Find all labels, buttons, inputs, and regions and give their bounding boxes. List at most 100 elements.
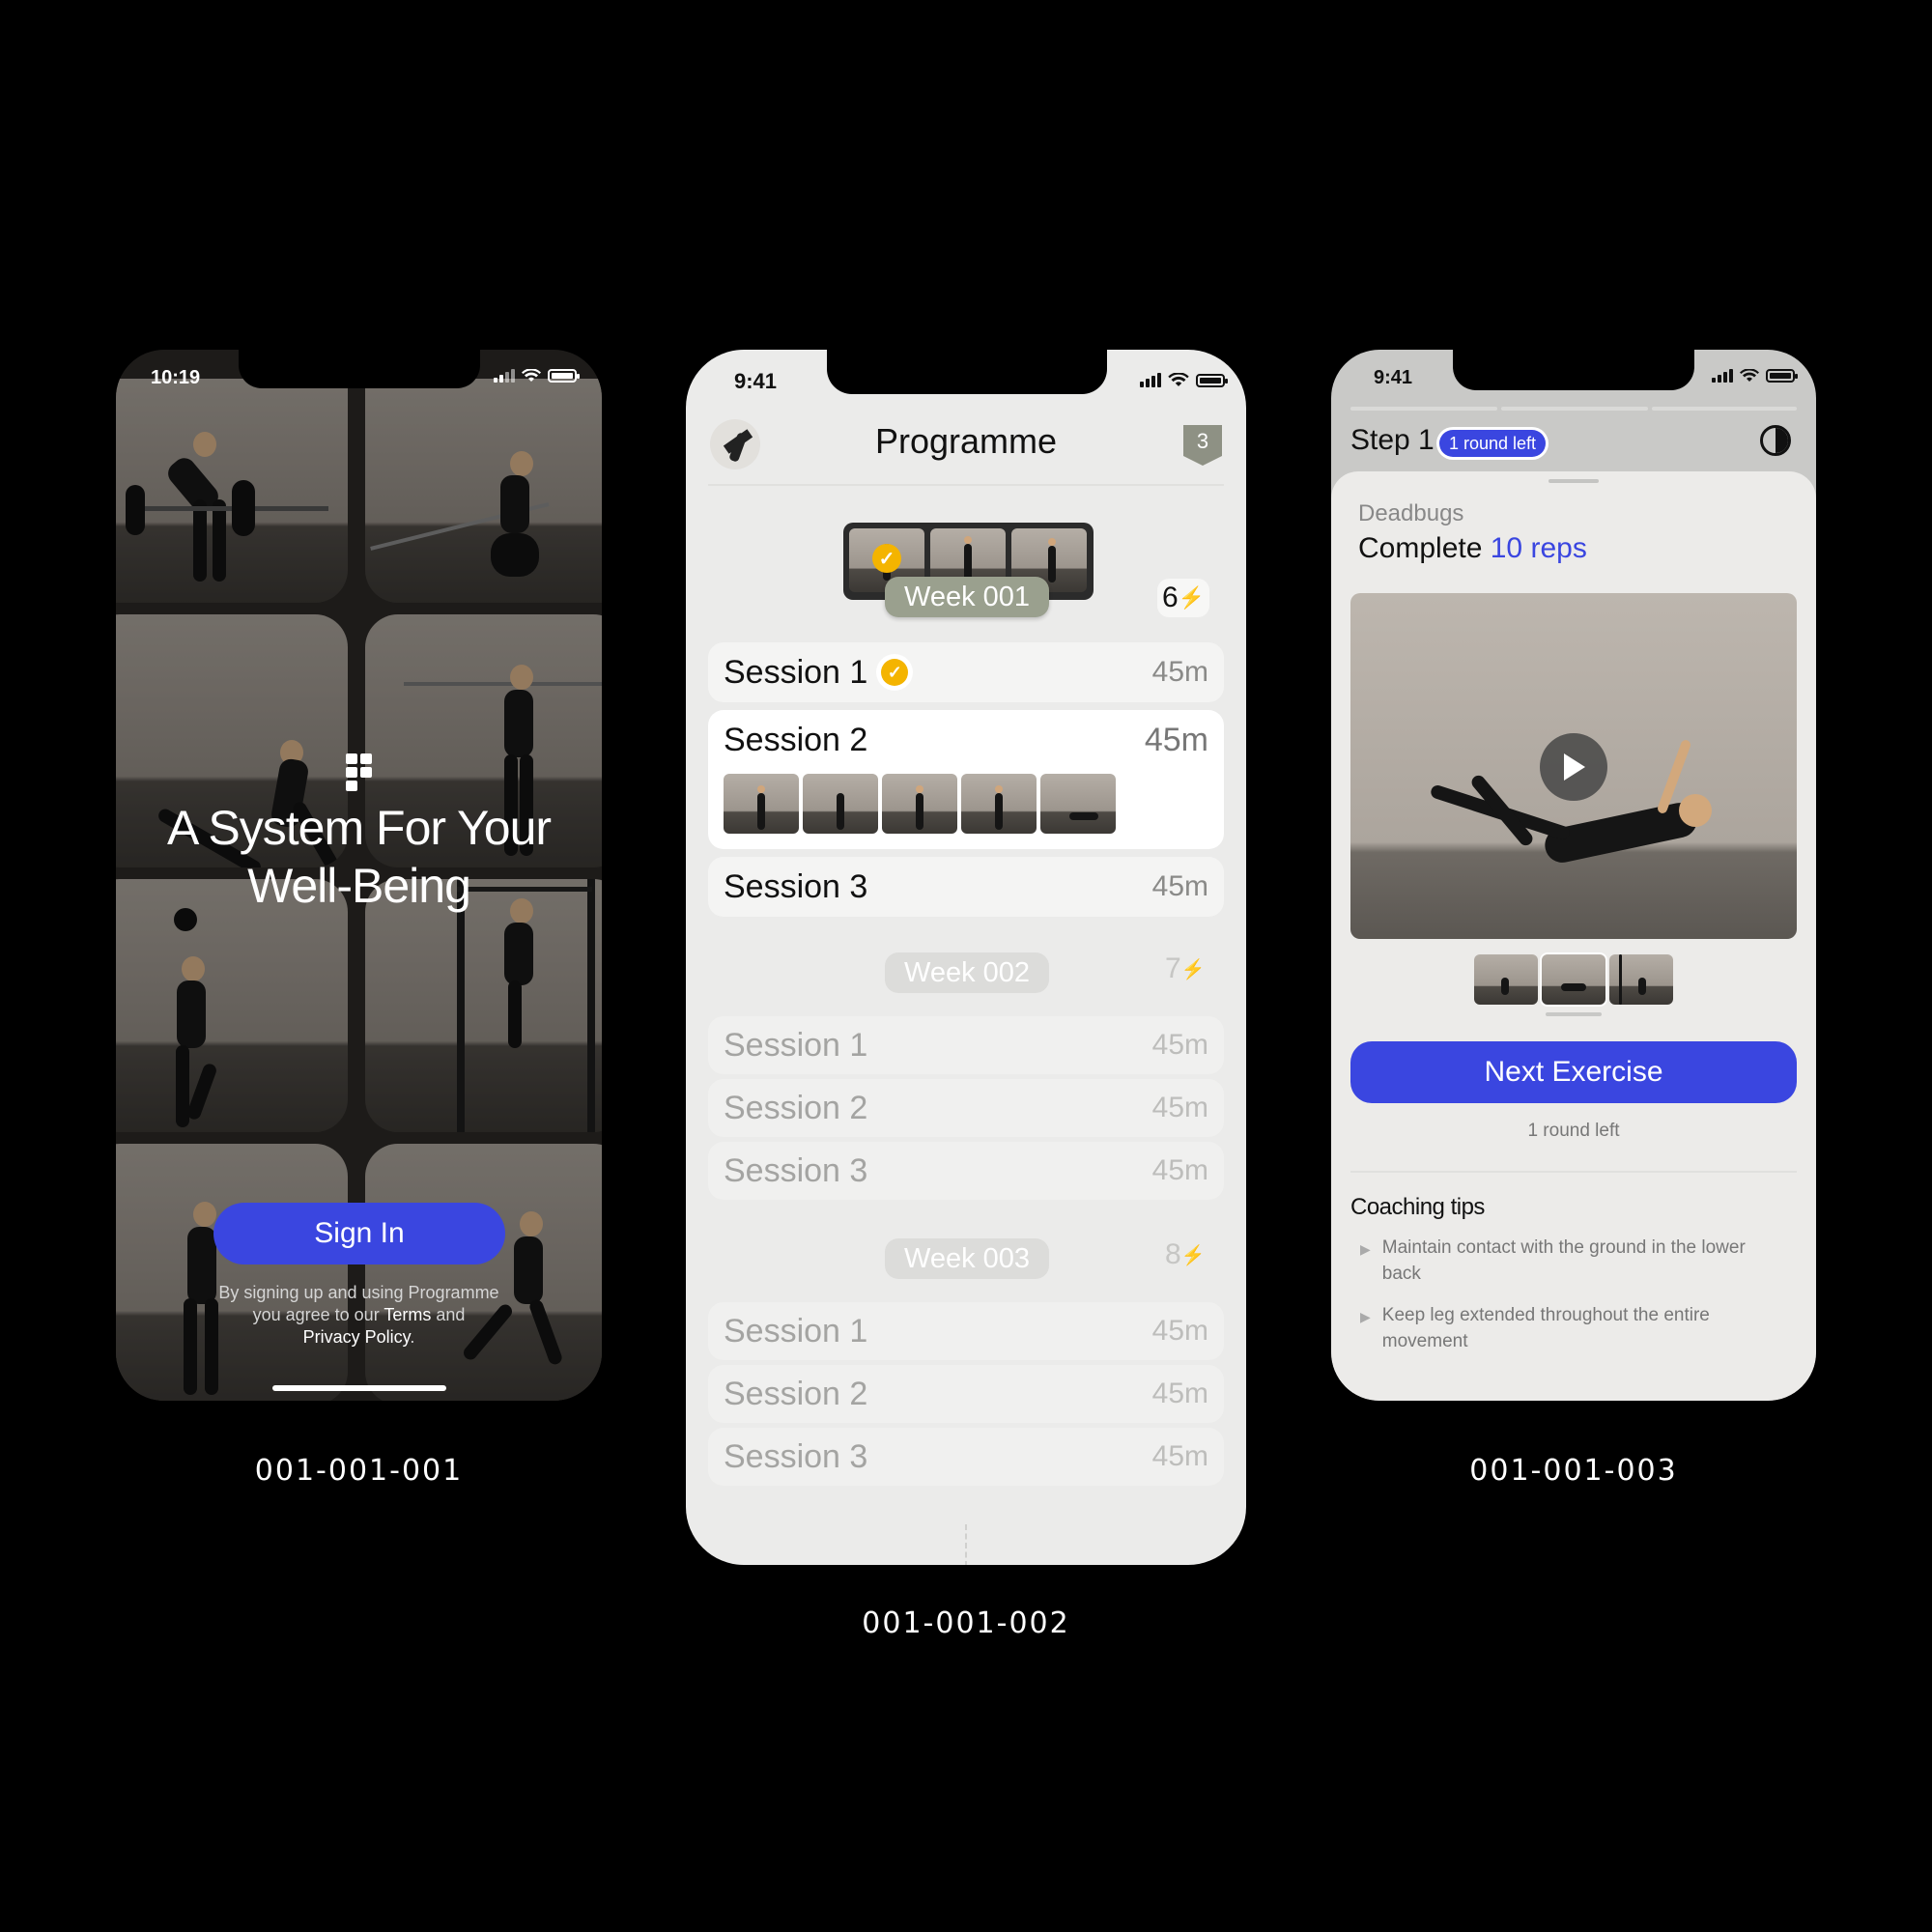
week-energy-value: 8 — [1165, 1238, 1181, 1270]
page-title: Programme — [874, 421, 1058, 461]
notifications-count: 3 — [1196, 429, 1209, 453]
status-time: 9:41 — [734, 369, 778, 393]
exercise-thumb-3[interactable] — [882, 774, 957, 834]
instruction-reps: 10 reps — [1490, 532, 1587, 564]
exercise-thumb-1[interactable] — [724, 774, 799, 834]
session-row[interactable]: Session 3 45m — [708, 1428, 1224, 1486]
exercise-sheet: Deadbugs Complete 10 reps Next Exercise … — [1331, 471, 1816, 1401]
session-name: Session 1 — [724, 1026, 868, 1064]
legal-line-2: you agree to our Terms and — [174, 1304, 544, 1326]
session-name: Session 3 — [724, 1151, 868, 1189]
exercise-angle-thumb-1[interactable] — [1474, 954, 1538, 1005]
legal-text-part: . — [410, 1327, 415, 1347]
exercise-thumb-4[interactable] — [961, 774, 1037, 834]
signal-icon — [494, 369, 515, 383]
coaching-tip: ▶ Maintain contact with the ground in th… — [1360, 1235, 1785, 1287]
session-duration: 45m — [1151, 1315, 1208, 1347]
lightning-icon: ⚡ — [1180, 958, 1206, 980]
session-duration: 45m — [1151, 870, 1208, 902]
week-energy: 6 ⚡ — [1157, 579, 1209, 617]
sign-in-button[interactable]: Sign In — [213, 1203, 505, 1264]
progress-segment — [1350, 407, 1497, 411]
lightning-icon: ⚡ — [1180, 1244, 1206, 1266]
headline-line-2: Well-Being — [247, 859, 471, 913]
programme-screen: 9:41 Programme 3 ✓ Week 001 6 ⚡ Session 1 — [686, 350, 1246, 1565]
step-title: Step 1 — [1350, 424, 1435, 456]
exercise-thumb-2[interactable] — [803, 774, 878, 834]
session-row[interactable]: Session 2 45m — [708, 1365, 1224, 1423]
session-name: Session 1 — [724, 1312, 868, 1350]
legal-line-3: Privacy Policy. — [174, 1326, 544, 1349]
battery-icon — [1766, 369, 1798, 383]
session-name: Session 2 — [724, 722, 868, 758]
week-energy-value: 6 — [1161, 582, 1179, 613]
thumb-selection-indicator — [1546, 1012, 1602, 1016]
status-time: 9:41 — [1374, 367, 1413, 388]
session-duration: 45m — [1151, 1378, 1208, 1409]
session-row[interactable]: Session 1 45m — [708, 1302, 1224, 1360]
session-duration: 45m — [1151, 1092, 1208, 1123]
session-name: Session 3 — [724, 1437, 868, 1475]
notch — [239, 350, 480, 388]
timeline-dashed-line — [965, 1524, 967, 1565]
status-icons — [494, 369, 580, 383]
session-row[interactable]: Session 2 45m — [708, 1079, 1224, 1137]
status-time: 10:19 — [151, 367, 201, 388]
legal-text: By signing up and using Programme you ag… — [174, 1282, 544, 1349]
wifi-icon — [1168, 373, 1189, 386]
week-label[interactable]: Week 003 — [885, 1238, 1049, 1279]
session-duration: 45m — [1144, 722, 1208, 758]
step-badge: 1 round left — [1439, 430, 1547, 457]
signal-icon — [1140, 373, 1161, 387]
session-duration: 45m — [1151, 1154, 1208, 1186]
notch — [1453, 350, 1694, 390]
session-row-expanded[interactable]: Session 2 45m — [708, 710, 1224, 849]
legal-text-part: and — [431, 1305, 466, 1324]
week-label[interactable]: Week 002 — [885, 952, 1049, 993]
coaching-tip: ▶ Keep leg extended throughout the entir… — [1360, 1302, 1785, 1354]
sheet-grabber[interactable] — [1548, 479, 1599, 483]
exercise-angle-thumb-2[interactable] — [1542, 954, 1605, 1005]
session-row[interactable]: Session 3 45m — [708, 857, 1224, 917]
play-button[interactable] — [1540, 733, 1607, 801]
exercise-angle-thumb-3[interactable] — [1609, 954, 1673, 1005]
screen-caption-2: 001-001-002 — [862, 1606, 1070, 1640]
bullet-triangle-icon: ▶ — [1360, 1241, 1371, 1257]
notch — [827, 350, 1107, 394]
session-name: Session 2 — [724, 1375, 868, 1412]
privacy-policy-link[interactable]: Privacy Policy — [303, 1327, 411, 1347]
terms-link[interactable]: Terms — [384, 1305, 431, 1324]
coaching-tip-text: Keep leg extended throughout the entire … — [1381, 1305, 1710, 1351]
session-row[interactable]: Session 3 45m — [708, 1142, 1224, 1200]
coaching-tips-title: Coaching tips — [1350, 1194, 1485, 1220]
week-energy: 7 ⚡ — [1165, 952, 1206, 985]
notifications-badge[interactable]: 3 — [1181, 423, 1224, 468]
exercise-thumb-5[interactable] — [1040, 774, 1116, 834]
session-completed-check-icon: ✓ — [881, 659, 909, 686]
progress-segment — [1501, 407, 1648, 411]
battery-icon — [548, 369, 580, 383]
bullet-triangle-icon: ▶ — [1360, 1309, 1371, 1324]
next-exercise-button[interactable]: Next Exercise — [1350, 1041, 1797, 1103]
headline: A System For Your Well-Being — [116, 799, 602, 915]
wifi-icon — [1740, 369, 1759, 382]
screen-caption-1: 001-001-001 — [254, 1454, 464, 1488]
play-icon — [1564, 753, 1585, 781]
session-name: Session 2 — [724, 1089, 868, 1126]
home-indicator[interactable] — [272, 1385, 446, 1391]
exercise-screen: 9:41 Step 1 1 round left Deadbugs Comple… — [1331, 350, 1816, 1401]
rounds-left-text: 1 round left — [1527, 1121, 1620, 1141]
session-row[interactable]: Session 1 45m — [708, 1016, 1224, 1074]
session-duration: 45m — [1151, 1440, 1208, 1472]
instruction-text: Complete — [1358, 532, 1483, 564]
session-row[interactable]: Session 1 ✓ 45m — [708, 642, 1224, 702]
session-duration: 45m — [1151, 656, 1208, 688]
session-name: Session 1 — [724, 653, 868, 691]
headline-line-1: A System For Your — [166, 801, 552, 855]
week-completed-check-icon: ✓ — [872, 544, 901, 573]
coaching-tip-text: Maintain contact with the ground in the … — [1381, 1237, 1746, 1284]
signal-icon — [1712, 369, 1733, 383]
header-divider — [708, 484, 1224, 486]
session-duration: 45m — [1151, 1029, 1208, 1061]
contrast-toggle-icon[interactable] — [1760, 425, 1791, 456]
